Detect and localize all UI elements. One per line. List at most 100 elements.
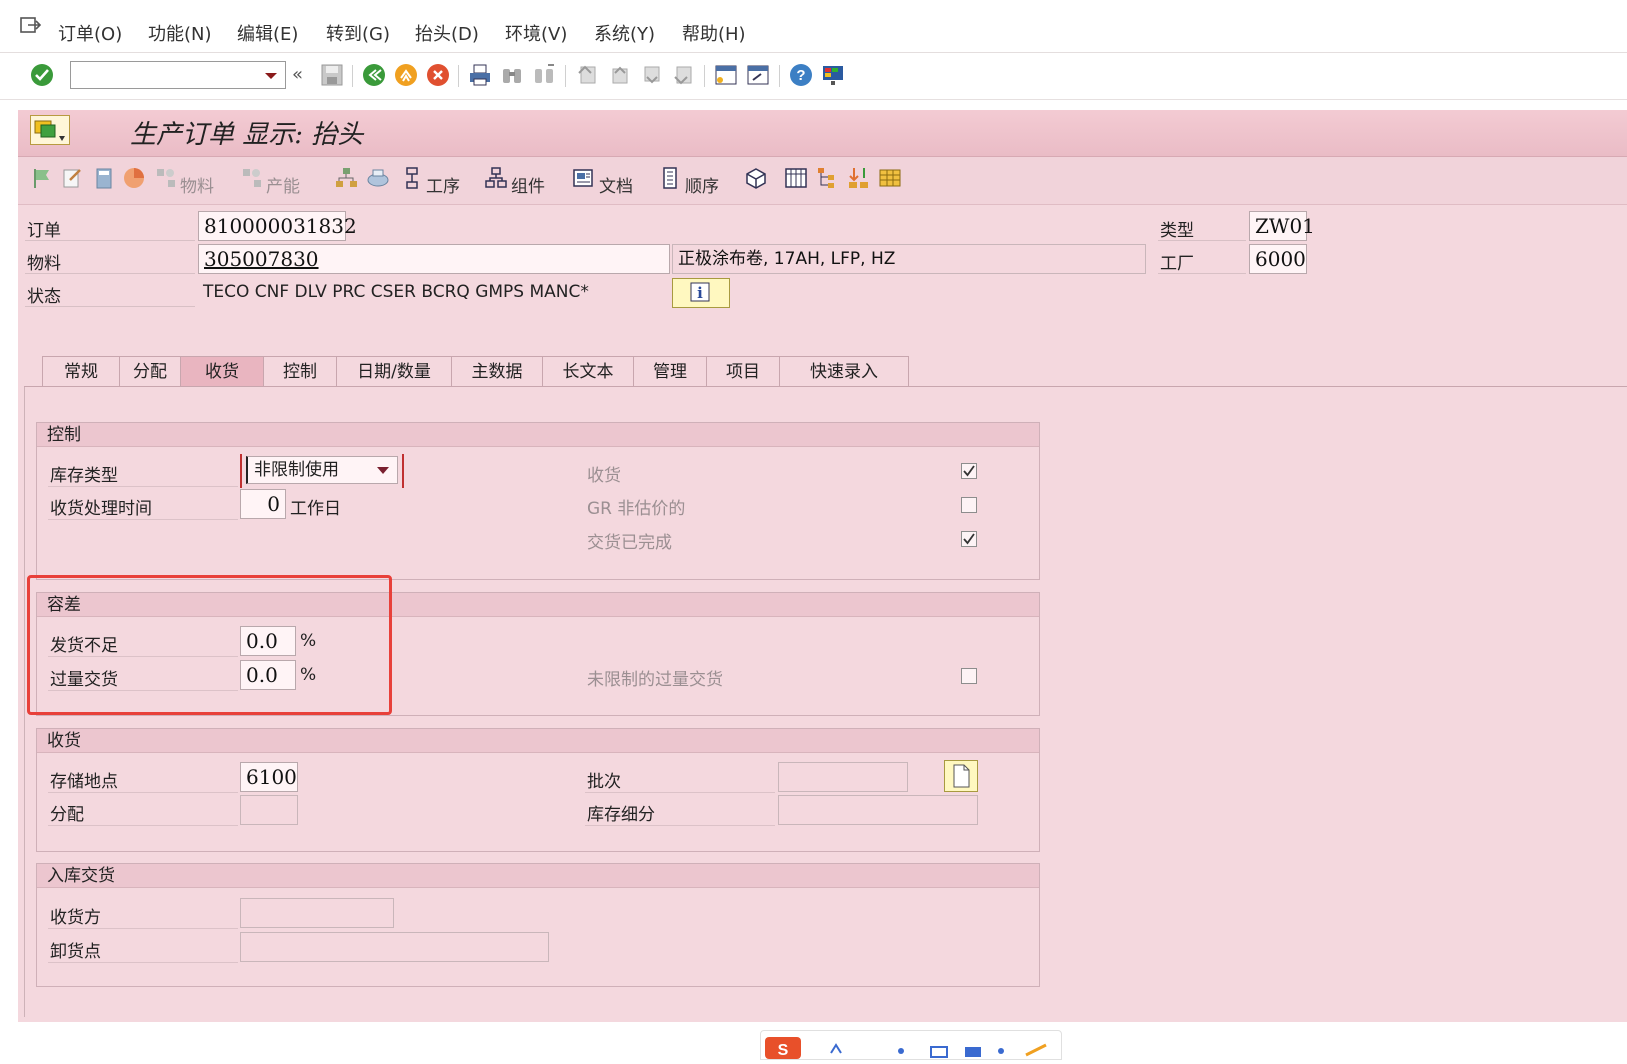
status-label: 状态 — [27, 287, 61, 307]
first-page-icon[interactable] — [575, 63, 599, 87]
order-label: 订单 — [27, 221, 61, 241]
gr-nonvaluated-checkbox[interactable] — [961, 497, 977, 513]
tab-goods-receipt[interactable]: 收货 — [180, 356, 264, 386]
tab-general[interactable]: 常规 — [42, 356, 120, 386]
plant-field[interactable]: 6000 — [1249, 244, 1307, 274]
highlight-box — [27, 575, 392, 715]
goods-recipient-field[interactable] — [240, 898, 394, 928]
tab-control[interactable]: 控制 — [263, 356, 337, 386]
storage-location-field[interactable]: 6100 — [240, 762, 298, 792]
standard-toolbar: « ? — [0, 53, 1627, 100]
gr-processing-time-label: 收货处理时间 — [50, 499, 152, 519]
tab-fast-entry[interactable]: 快速录入 — [779, 356, 909, 386]
sort-icon[interactable] — [847, 166, 871, 190]
material-button[interactable]: 物料 — [180, 172, 214, 197]
menu-edit[interactable]: 编辑(E) — [237, 20, 298, 46]
tab-administration[interactable]: 管理 — [633, 356, 707, 386]
calculator-icon[interactable] — [92, 166, 116, 190]
tab-dates-quantities[interactable]: 日期/数量 — [336, 356, 452, 386]
enter-icon[interactable] — [30, 63, 54, 87]
material-field[interactable]: 305007830 — [198, 244, 670, 274]
find-next-icon[interactable] — [532, 63, 556, 87]
menu-environment[interactable]: 环境(V) — [505, 20, 567, 46]
components-icon[interactable] — [484, 166, 508, 190]
order-icon[interactable] — [30, 115, 70, 145]
documents-button[interactable]: 文档 — [599, 172, 633, 197]
menu-exit-icon[interactable] — [20, 16, 42, 36]
last-page-icon[interactable] — [671, 63, 695, 87]
goods-receipt-checkbox[interactable] — [961, 463, 977, 479]
capacity-icon[interactable] — [240, 166, 264, 190]
flag-icon[interactable] — [30, 166, 54, 190]
distribution-label: 分配 — [50, 805, 84, 825]
help-icon[interactable]: ? — [789, 63, 813, 87]
tab-assignment[interactable]: 分配 — [119, 356, 181, 386]
unlimited-overdelivery-checkbox[interactable] — [961, 668, 977, 684]
print-icon[interactable] — [468, 63, 492, 87]
batch-create-button[interactable] — [944, 760, 978, 792]
capacity-button[interactable]: 产能 — [266, 172, 300, 197]
collapse-icon[interactable]: « — [292, 63, 316, 87]
grid-icon[interactable] — [878, 166, 902, 190]
menu-help[interactable]: 帮助(H) — [682, 20, 746, 46]
hierarchy-icon[interactable] — [334, 166, 358, 190]
svg-text:S: S — [778, 1042, 789, 1059]
command-field[interactable] — [70, 61, 286, 89]
next-page-icon[interactable] — [639, 63, 663, 87]
delivery-completed-checkbox[interactable] — [961, 531, 977, 547]
save-icon[interactable] — [320, 63, 344, 87]
gr-processing-time-field[interactable]: 0 — [240, 489, 286, 519]
menu-order[interactable]: 订单(O) — [58, 20, 122, 46]
tab-long-text[interactable]: 长文本 — [542, 356, 634, 386]
exit-icon[interactable] — [394, 63, 418, 87]
material-icon[interactable] — [154, 166, 178, 190]
material-description-field: 正极涂布卷, 17AH, LFP, HZ — [672, 244, 1146, 274]
documents-icon[interactable] — [572, 166, 596, 190]
find-icon[interactable] — [500, 63, 524, 87]
back-icon[interactable] — [362, 63, 386, 87]
menu-goto[interactable]: 转到(G) — [326, 20, 390, 46]
stock-segment-field[interactable] — [778, 795, 978, 825]
menu-bar: 订单(O) 功能(N) 编辑(E) 转到(G) 抬头(D) 环境(V) 系统(Y… — [0, 0, 1627, 53]
customize-layout-icon[interactable] — [821, 63, 845, 87]
operations-button[interactable]: 工序 — [426, 172, 460, 197]
input-method-bar[interactable]: S — [760, 1030, 1062, 1060]
svg-text:i: i — [697, 284, 703, 302]
sequences-icon[interactable] — [658, 166, 682, 190]
stock-type-label: 库存类型 — [50, 466, 118, 486]
sequences-button[interactable]: 顺序 — [685, 172, 719, 197]
page-title: 生产订单 显示: 抬头 — [130, 120, 364, 150]
menu-system[interactable]: 系统(Y) — [594, 20, 655, 46]
receipt-group-title: 收货 — [37, 729, 1039, 753]
cube-icon[interactable] — [744, 166, 768, 190]
delivery-completed-label: 交货已完成 — [587, 533, 672, 553]
tab-master-data[interactable]: 主数据 — [451, 356, 543, 386]
chevron-down-icon[interactable] — [377, 467, 389, 474]
status-info-button[interactable]: i — [672, 278, 730, 308]
cancel-icon[interactable] — [426, 63, 450, 87]
previous-page-icon[interactable] — [607, 63, 631, 87]
type-field[interactable]: ZW01 — [1249, 211, 1315, 241]
gr-nonvaluated-label: GR 非估价的 — [587, 499, 686, 519]
unlimited-overdelivery-label: 未限制的过量交货 — [587, 670, 723, 690]
tree-icon[interactable] — [816, 166, 840, 190]
table-columns-icon[interactable] — [784, 166, 808, 190]
goods-receipt-label: 收货 — [587, 466, 621, 486]
batch-field[interactable] — [778, 762, 908, 792]
unloading-point-field[interactable] — [240, 932, 549, 962]
shortcut-icon[interactable] — [746, 63, 770, 87]
create-session-icon[interactable] — [714, 63, 738, 87]
operations-icon[interactable] — [400, 166, 424, 190]
edit-doc-icon[interactable] — [60, 166, 84, 190]
menu-header[interactable]: 抬头(D) — [415, 20, 479, 46]
pie-icon[interactable] — [122, 166, 146, 190]
tab-items[interactable]: 项目 — [706, 356, 780, 386]
distribution-field[interactable] — [240, 795, 298, 825]
menu-function[interactable]: 功能(N) — [148, 20, 212, 46]
stock-type-dropdown[interactable]: 非限制使用 — [240, 454, 404, 488]
chevron-down-icon[interactable] — [265, 73, 277, 79]
components-button[interactable]: 组件 — [511, 172, 545, 197]
order-field[interactable]: 810000031832 — [198, 211, 357, 241]
stock-type-value: 非限制使用 — [254, 460, 339, 480]
routing-icon[interactable] — [366, 166, 390, 190]
